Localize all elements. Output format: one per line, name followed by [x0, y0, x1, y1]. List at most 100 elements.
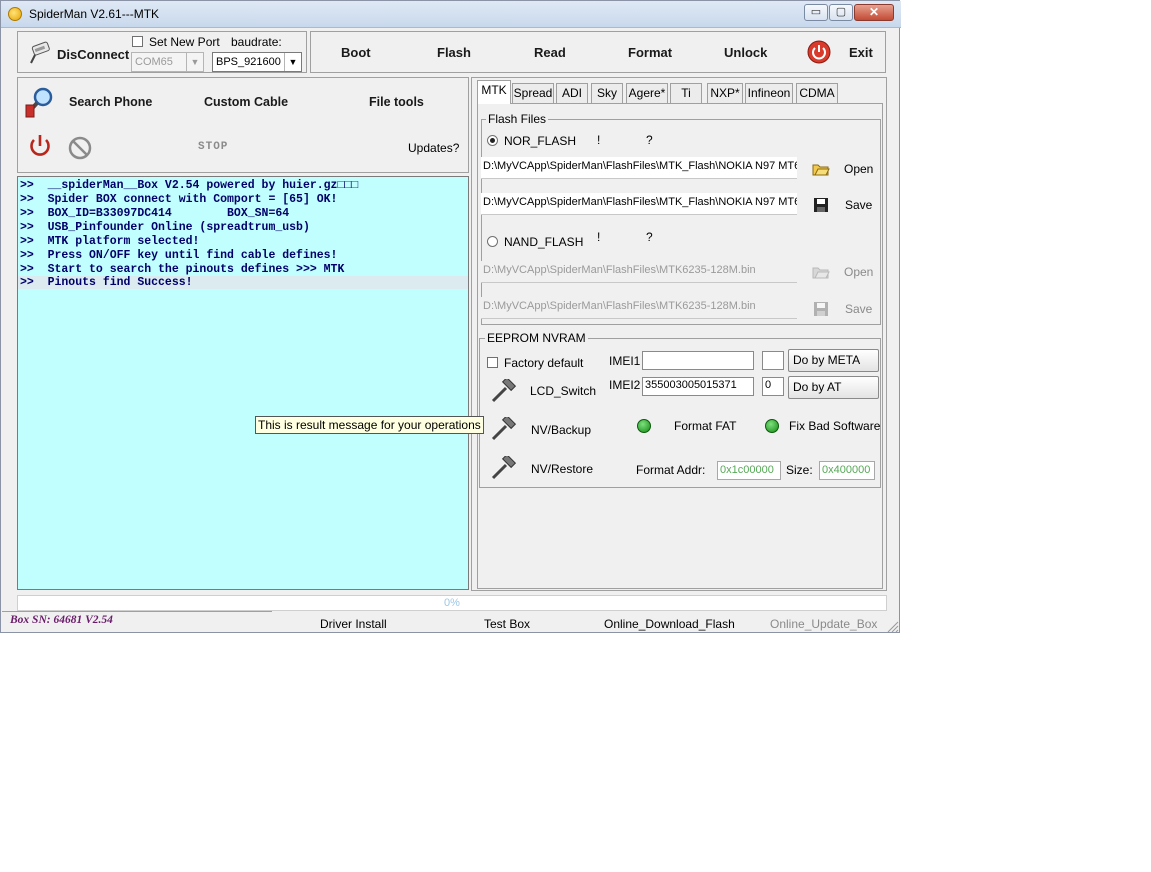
nor-open-button[interactable]: Open	[844, 162, 873, 176]
baudrate-label: baudrate:	[231, 35, 282, 49]
tab-adi[interactable]: ADI	[556, 83, 588, 103]
nor-path-field-2[interactable]: D:\MyVCApp\SpiderMan\FlashFiles\MTK_Flas…	[481, 193, 797, 215]
nand-flash-radio[interactable]	[487, 236, 498, 247]
test-box-button[interactable]: Test Box	[484, 617, 530, 631]
custom-cable-button[interactable]: Custom Cable	[204, 95, 288, 109]
format-button[interactable]: Format	[628, 45, 672, 60]
console-tooltip: This is result message for your operatio…	[255, 416, 484, 434]
folder-open-icon[interactable]	[812, 161, 830, 177]
do-by-meta-button[interactable]: Do by META	[788, 349, 879, 372]
resize-grip-icon[interactable]	[885, 619, 899, 633]
nor-info-button[interactable]: !	[597, 133, 600, 147]
title-bar: SpiderMan V2.61---MTK ▭ ▢ ✕	[1, 1, 901, 28]
port-select-value: COM65	[135, 56, 173, 68]
nor-help-button[interactable]: ?	[646, 133, 653, 147]
window-title: SpiderMan V2.61---MTK	[29, 7, 160, 21]
factory-default-label: Factory default	[504, 356, 584, 370]
close-button[interactable]: ✕	[854, 4, 894, 21]
nor-flash-label: NOR_FLASH	[504, 134, 577, 148]
tab-mtk[interactable]: MTK	[477, 80, 511, 104]
minimize-icon: ▭	[810, 6, 822, 18]
console-line: >> Pinouts find Success!	[18, 276, 468, 289]
nv-backup-button[interactable]: NV/Backup	[531, 423, 591, 437]
floppy-save-icon[interactable]	[813, 301, 829, 317]
format-fat-button[interactable]: Format FAT	[674, 419, 736, 433]
nor-flash-radio[interactable]	[487, 135, 498, 146]
magnifier-icon	[23, 85, 57, 119]
imei1-label: IMEI1	[609, 354, 641, 368]
stop-sign-icon[interactable]	[68, 136, 92, 160]
stop-button[interactable]: STOP	[198, 141, 228, 153]
console-line: >> MTK platform selected!	[20, 235, 200, 248]
read-button[interactable]: Read	[534, 45, 566, 60]
nand-save-button[interactable]: Save	[845, 302, 872, 316]
boot-button[interactable]: Boot	[341, 45, 371, 60]
maximize-icon: ▢	[835, 6, 847, 18]
imei1-check-input[interactable]	[762, 351, 784, 370]
fix-bad-software-button[interactable]: Fix Bad Software	[789, 419, 880, 433]
console-line: >> Spider BOX connect with Comport = [65…	[20, 193, 338, 206]
baudrate-select-value: BPS_921600	[216, 56, 281, 68]
hammer-icon[interactable]	[489, 414, 517, 441]
tab-sky[interactable]: Sky	[591, 83, 623, 103]
main-window: SpiderMan V2.61---MTK ▭ ▢ ✕ DisConnect S…	[0, 0, 901, 633]
hammer-icon[interactable]	[489, 453, 517, 480]
file-tools-button[interactable]: File tools	[369, 95, 424, 109]
baudrate-select[interactable]: BPS_921600 ▼	[212, 52, 302, 72]
set-new-port-checkbox[interactable]	[132, 36, 143, 47]
tab-infineon[interactable]: Infineon	[745, 83, 793, 103]
chevron-down-icon: ▼	[284, 53, 301, 71]
imei1-input[interactable]	[642, 351, 754, 370]
connector-icon[interactable]	[29, 41, 53, 65]
search-phone-button[interactable]: Search Phone	[69, 95, 152, 109]
nv-restore-button[interactable]: NV/Restore	[531, 462, 593, 476]
power-icon[interactable]	[807, 40, 831, 64]
eeprom-group-label: EEPROM NVRAM	[485, 331, 588, 345]
nand-info-button[interactable]: !	[597, 230, 600, 244]
unlock-button[interactable]: Unlock	[724, 45, 767, 60]
format-addr-label: Format Addr:	[636, 463, 706, 477]
fix-bad-software-led-icon	[765, 419, 779, 433]
folder-open-icon[interactable]	[812, 264, 830, 280]
format-addr-input[interactable]: 0x1c00000	[717, 461, 781, 480]
box-sn-label: Box SN: 64681 V2.54	[10, 614, 113, 626]
factory-default-checkbox[interactable]	[487, 357, 498, 368]
console-line: >> __spiderMan__Box V2.54 powered by hui…	[20, 179, 359, 192]
imei2-check-input[interactable]: 0	[762, 377, 784, 396]
nand-path-field-1[interactable]: D:\MyVCApp\SpiderMan\FlashFiles\MTK6235-…	[481, 261, 797, 283]
result-console[interactable]: >> __spiderMan__Box V2.54 powered by hui…	[17, 176, 469, 590]
tab-cdma[interactable]: CDMA	[796, 83, 838, 103]
chevron-down-icon: ▼	[186, 53, 203, 71]
size-input[interactable]: 0x400000	[819, 461, 875, 480]
maximize-button[interactable]: ▢	[829, 4, 853, 21]
toolbar-group	[310, 31, 886, 73]
nor-save-button[interactable]: Save	[845, 198, 872, 212]
tab-spread[interactable]: Spread	[512, 83, 554, 103]
imei2-label: IMEI2	[609, 378, 641, 392]
updates-link[interactable]: Updates?	[408, 141, 459, 155]
imei2-input[interactable]: 355003005015371	[642, 377, 754, 396]
online-download-flash-button[interactable]: Online_Download_Flash	[604, 617, 735, 631]
format-fat-led-icon	[637, 419, 651, 433]
hammer-icon[interactable]	[489, 376, 517, 403]
flash-button[interactable]: Flash	[437, 45, 471, 60]
nand-path-field-2[interactable]: D:\MyVCApp\SpiderMan\FlashFiles\MTK6235-…	[481, 297, 797, 319]
lcd-switch-button[interactable]: LCD_Switch	[530, 384, 596, 398]
minimize-button[interactable]: ▭	[804, 4, 828, 21]
floppy-save-icon[interactable]	[813, 197, 829, 213]
online-update-box-button[interactable]: Online_Update_Box	[770, 617, 877, 631]
tab-ti[interactable]: Ti	[670, 83, 702, 103]
driver-install-button[interactable]: Driver Install	[320, 617, 387, 631]
power-icon[interactable]	[27, 133, 53, 159]
console-line: >> Press ON/OFF key until find cable def…	[20, 249, 338, 262]
nor-path-field-1[interactable]: D:\MyVCApp\SpiderMan\FlashFiles\MTK_Flas…	[481, 157, 797, 179]
do-by-at-button[interactable]: Do by AT	[788, 376, 879, 399]
tab-nxp[interactable]: NXP*	[707, 83, 743, 103]
app-icon	[8, 7, 22, 21]
tab-agere[interactable]: Agere*	[626, 83, 668, 103]
exit-button[interactable]: Exit	[849, 45, 873, 60]
nand-open-button[interactable]: Open	[844, 265, 873, 279]
disconnect-button[interactable]: DisConnect	[57, 47, 129, 62]
nand-help-button[interactable]: ?	[646, 230, 653, 244]
port-select[interactable]: COM65 ▼	[131, 52, 204, 72]
